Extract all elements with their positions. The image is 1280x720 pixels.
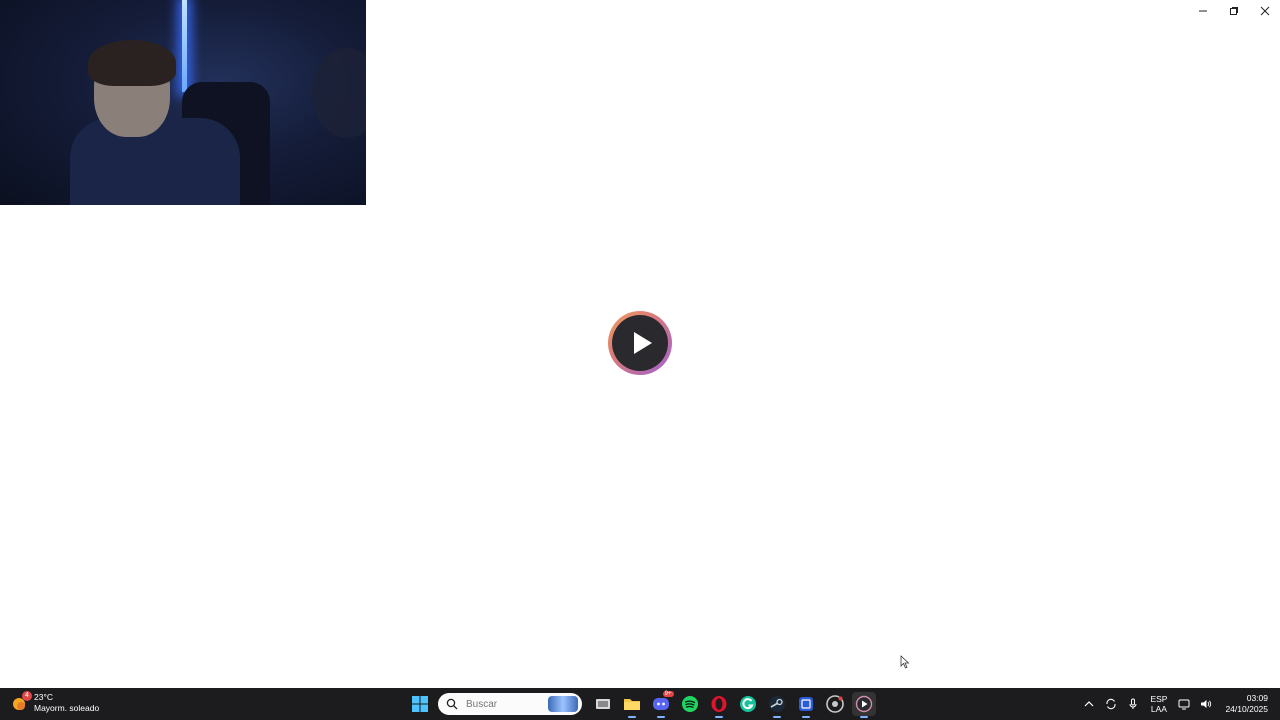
network-icon [1178, 699, 1190, 710]
play-icon [634, 332, 652, 354]
weather-text: 23°C Mayorm. soleado [34, 692, 99, 714]
play-button-inner [612, 315, 668, 371]
system-tray: ESP LAA 03:09 24/10/2025 [1078, 688, 1280, 720]
person-hair [88, 40, 176, 86]
windows-logo-icon [411, 696, 428, 712]
task-view-icon [595, 699, 610, 709]
mouse-cursor-icon [900, 655, 910, 669]
microphone-icon [1129, 698, 1137, 709]
discord-button[interactable]: 9+ [649, 691, 674, 718]
steam-icon [768, 696, 785, 712]
spotify-icon [681, 696, 698, 712]
grammarly-icon [739, 696, 756, 712]
search-icon [446, 698, 458, 710]
play-icon [855, 695, 872, 713]
file-explorer-button[interactable] [620, 692, 644, 718]
restore-icon [1229, 7, 1238, 15]
language-indicator[interactable]: ESP LAA [1150, 694, 1167, 714]
window-controls [1187, 0, 1280, 22]
app-blue-button[interactable] [794, 692, 818, 718]
volume-tray-button[interactable] [1196, 694, 1216, 714]
folder-icon [623, 699, 640, 710]
close-button[interactable] [1249, 0, 1280, 22]
restore-button[interactable] [1218, 0, 1249, 22]
clock-time: 03:09 [1246, 693, 1268, 703]
sync-tray-button[interactable] [1101, 694, 1121, 714]
grammarly-button[interactable] [736, 692, 760, 716]
spotify-button[interactable] [678, 692, 702, 716]
weather-badge: 4 [22, 691, 32, 701]
discord-icon [652, 698, 669, 710]
weather-condition: Mayorm. soleado [34, 703, 100, 713]
app-chrome-button[interactable] [823, 692, 847, 716]
steam-button[interactable] [765, 692, 789, 718]
language-bottom: LAA [1150, 704, 1167, 714]
minimize-button[interactable] [1187, 0, 1218, 22]
opera-icon [711, 696, 726, 712]
start-button[interactable] [408, 692, 432, 716]
search-input[interactable] [464, 697, 548, 711]
microphone-tray-button[interactable] [1123, 694, 1143, 714]
clock[interactable]: 03:09 24/10/2025 [1225, 693, 1268, 715]
search-highlight-image [548, 696, 578, 712]
volume-icon [1201, 700, 1212, 708]
minimize-icon [1198, 10, 1207, 12]
app-icon [798, 697, 813, 711]
clock-date: 24/10/2025 [1225, 704, 1268, 714]
discord-badge: 9+ [662, 691, 674, 697]
language-top: ESP [1150, 694, 1168, 704]
network-tray-button[interactable] [1174, 694, 1194, 714]
chevron-up-icon [1085, 701, 1094, 707]
weather-widget[interactable]: 4 23°C Mayorm. soleado [10, 691, 99, 714]
led-light-strip [182, 0, 187, 92]
weather-temperature: 23°C [34, 692, 53, 702]
webcam-overlay [0, 0, 366, 205]
opera-button[interactable] [707, 692, 731, 718]
show-hidden-icons-button[interactable] [1079, 694, 1099, 714]
taskbar: 4 23°C Mayorm. soleado 9+ [0, 688, 1280, 720]
play-button[interactable] [608, 311, 672, 375]
taskbar-apps: 9+ [405, 690, 878, 718]
fan [312, 48, 366, 138]
task-view-button[interactable] [591, 692, 615, 716]
close-icon [1260, 6, 1269, 16]
search-box[interactable] [438, 693, 582, 715]
sync-icon [1106, 698, 1116, 710]
chrome-icon [825, 695, 844, 713]
sun-icon: 4 [10, 691, 32, 713]
media-player-button[interactable] [851, 692, 876, 718]
